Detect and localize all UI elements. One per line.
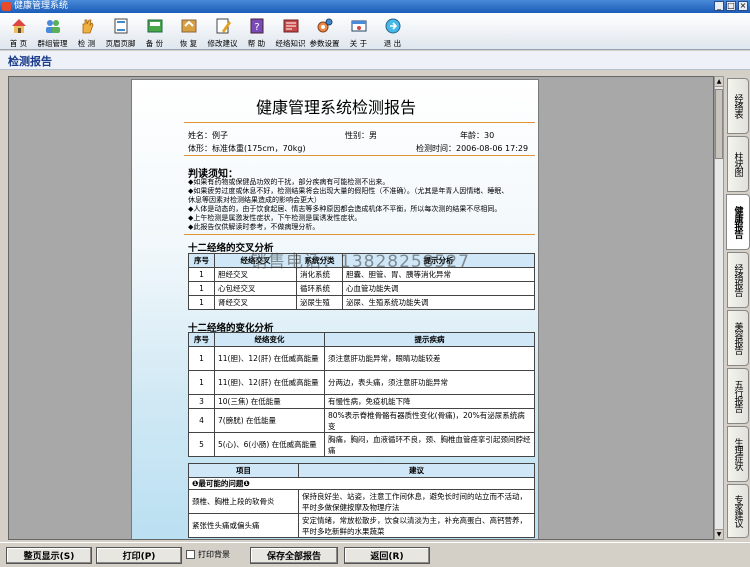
scroll-up-arrow[interactable]: ▲ [715,77,723,87]
fullpage-button[interactable]: 整页显示(S) [6,547,92,564]
page-header: 检测报告 [0,51,750,70]
print-background-checkbox[interactable]: 打印背景 [186,549,230,560]
cross-analysis-table: 序号 经络交叉 系统分类 提示分析 1 胆经交叉 消化系统 胆囊、胆管、胃、胰等消化异… [188,253,535,310]
bottom-bar: 整页显示(S) 打印(P) 打印背景 保存全部报告 返回(R) [0,542,750,567]
table-header: 经络交叉 [214,253,297,268]
edit-icon [213,16,233,36]
gear-icon [315,16,335,36]
info-divider [184,155,535,156]
exit-icon [383,16,403,36]
report-title: 健康管理系统检测报告 [255,98,416,117]
notice-line: ◆如果有药物或保健品功效的干扰，部分疾病有可能检测不出来。 [188,178,390,186]
toolbar-about-button[interactable]: 关 于 [342,13,375,50]
book-icon [281,16,301,36]
back-button[interactable]: 返回(R) [344,547,430,564]
tab-meridian-report[interactable]: 经络报告 [727,252,749,308]
print-button[interactable]: 打印(P) [96,547,182,564]
tab-meridian-table[interactable]: 经络表 [727,78,749,134]
table-header: 系统分类 [296,253,343,268]
save-all-button[interactable]: 保存全部报告 [250,547,338,564]
table-header: 序号 [188,253,215,268]
change-analysis-table: 序号 经络变化 提示疾病 1 11(胆)、12(肝) 在低威高能量 须注意肝功能异常… [188,332,535,457]
close-button[interactable]: × [738,1,748,11]
tab-expert-advice[interactable]: 专家建议 [727,484,749,538]
table-header: 序号 [188,332,215,347]
title-bar: 健康管理系统 _ □ × [0,0,750,13]
toolbar-backup-button[interactable]: 备 份 [138,13,171,50]
help-icon: ? [247,16,267,36]
checkbox-label: 打印背景 [198,550,230,559]
checkbox-box[interactable] [186,550,195,559]
minimize-button[interactable]: _ [714,1,724,11]
gender-field: 性别：男 [345,131,377,140]
table-row: 1 11(胆)、12(肝) 在低威高能量 须注意肝功能异常，眼睛功能较差 [188,346,535,371]
window-title: 健康管理系统 [14,1,69,11]
table-header: 建议 [298,463,535,478]
toolbar-settings-button[interactable]: 参数设置 [308,13,341,50]
table-header: 提示分析 [342,253,535,268]
report-page: 健康管理系统检测报告 姓名：例子 性别：男 年龄：30 体形：标准体重(175c… [131,79,539,539]
table-row: 颈椎、胸椎上段的软骨炎 保持良好坐、站姿，注意工作间休息，避免长时间的站立而不活动… [188,489,535,514]
table-header: 提示疾病 [324,332,535,347]
page-title: 检测报告 [8,55,52,68]
body-field: 体形：标准体重(175cm，70kg) [188,144,306,153]
table-row: 1 肾经交叉 泌尿生殖 泌尿、生殖系统功能失调 [188,295,535,310]
maximize-button[interactable]: □ [726,1,736,11]
notice-line: ◆如果疲劳过度或休息不好，检测结果将会出现大量的假阳性（不准确）。（尤其是年青人… [188,187,509,195]
toolbar-help-button[interactable]: ? 帮 助 [240,13,273,50]
notice-line: ◆上午检测是属激发性症状，下午检测是属诱发性症状。 [188,214,362,222]
table-row: 1 11(胆)、12(肝) 在低威高能量 分两边，表头痛，须注意肝功能异常 [188,370,535,395]
toolbar-group-button[interactable]: 群组管理 [36,13,69,50]
scroll-down-arrow[interactable]: ▼ [715,529,723,539]
notice-line: 休息等因素对检测结果造成的影响会更大） [188,196,321,204]
toolbar-edit-advice-button[interactable]: 修改建议 [206,13,239,50]
title-divider [184,122,535,123]
time-field: 检测时间：2006-08-06 17:29 [416,144,529,153]
advice-section-row: ❶最可能的问题❶ [188,477,535,490]
page-icon [111,16,131,36]
toolbar: 首 页 群组管理 检 测 页眉页脚 备 份 恢 复 修改建议 ? 帮 助 经络知… [0,13,750,50]
tab-bar-chart[interactable]: 柱状图 [727,136,749,192]
restore-icon [179,16,199,36]
scroll-thumb[interactable] [715,89,723,159]
about-icon [349,16,369,36]
tab-physiological-symptoms[interactable]: 生理症状 [727,426,749,482]
toolbar-meridian-knowledge-button[interactable]: 经络知识 [274,13,307,50]
toolbar-restore-button[interactable]: 恢 复 [172,13,205,50]
name-field: 姓名：例子 [188,131,228,140]
notice-divider [184,234,535,235]
toolbar-detect-button[interactable]: 检 测 [70,13,103,50]
tab-beauty-report[interactable]: 美容报告 [727,310,749,366]
tab-five-elements-report[interactable]: 五行报告 [727,368,749,424]
table-row: 1 胆经交叉 消化系统 胆囊、胆管、胃、胰等消化异常 [188,267,535,282]
hand-icon [77,16,97,36]
toolbar-home-button[interactable]: 首 页 [2,13,35,50]
report-viewport[interactable]: 健康管理系统检测报告 姓名：例子 性别：男 年龄：30 体形：标准体重(175c… [8,76,714,540]
svg-text:?: ? [254,22,259,33]
table-row: 3 10(三焦) 在低能量 有慢性病，免疫机能下降 [188,394,535,409]
tab-health-report[interactable]: 健康报告 [726,194,750,250]
age-field: 年龄：30 [460,131,495,140]
table-row: 紧张性头痛或偏头痛 安定情绪，常放松散步，饮食以清淡为主，补充高蛋白、高钙营养，平… [188,513,535,538]
table-row: 5 5(心)、6(小肠) 在低威高能量 胸痛，胸闷，血液循环不良，颈、胸椎血管痉挛引… [188,432,535,457]
home-icon [9,16,29,36]
toolbar-header-footer-button[interactable]: 页眉页脚 [104,13,137,50]
side-tabs: 经络表 柱状图 健康报告 经络报告 美容报告 五行报告 生理症状 专家建议 [726,76,750,540]
table-header: 经络变化 [214,332,325,347]
vertical-scrollbar[interactable]: ▲ ▼ [714,76,724,540]
table-row: 4 7(膀胱) 在低能量 80%表示脊椎骨骼有器质性变化(骨痛)，20%有泌尿系统病… [188,408,535,433]
advice-table: 项目 建议 ❶最可能的问题❶ 颈椎、胸椎上段的软骨炎 保持良好坐、站姿，注意工作间… [188,463,535,538]
app-icon [2,2,11,11]
notice-line: ◆此报告仅供解读时参考，不做病理分析。 [188,223,320,231]
table-row: 1 心包经交叉 循环系统 心血管功能失调 [188,281,535,296]
group-icon [43,16,63,36]
table-header: 项目 [188,463,299,478]
notice-line: ◆人体是动态的，由于饮食起居、情志等多种原因都会造成机体不平衡，所以每次测的结果… [188,205,502,213]
backup-icon [145,16,165,36]
toolbar-exit-button[interactable]: 退 出 [376,13,409,50]
cross-analysis-title: 十二经络的交叉分析 [188,243,274,254]
